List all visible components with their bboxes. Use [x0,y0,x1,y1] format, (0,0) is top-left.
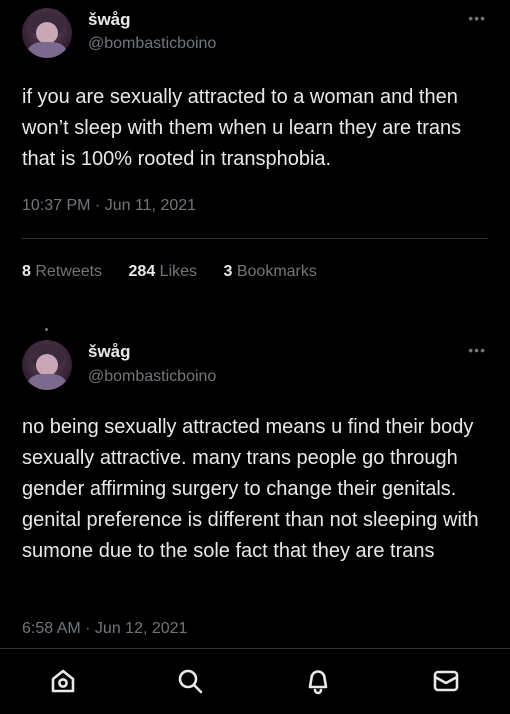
retweets-stat[interactable]: 8 Retweets [22,263,102,280]
avatar[interactable] [22,8,72,58]
bottom-nav-bar [0,648,510,714]
thread-connector [45,328,48,331]
likes-stat[interactable]: 284 Likes [129,263,198,280]
display-name[interactable]: šwåg [88,342,131,362]
user-handle[interactable]: @bombasticboino [88,35,216,53]
search-icon[interactable] [176,667,204,695]
tweet-text: if you are sexually attracted to a woman… [22,86,462,170]
tweet-stats: 8 Retweets 284 Likes 3 Bookmarks [22,263,339,281]
display-name[interactable]: šwåg [88,10,131,30]
tweet-text: no being sexually attracted means u find… [22,416,479,562]
tweet-timestamp[interactable]: 6:58 AM · Jun 12, 2021 [22,620,187,638]
more-options-icon[interactable]: ••• [468,342,486,358]
more-options-icon[interactable]: ••• [468,10,486,26]
avatar[interactable] [22,340,72,390]
divider [22,238,488,239]
user-handle[interactable]: @bombasticboino [88,368,216,386]
messages-icon[interactable] [432,667,460,695]
bookmarks-stat[interactable]: 3 Bookmarks [223,263,316,280]
notifications-icon[interactable] [304,667,332,695]
home-icon[interactable] [49,667,77,695]
tweet-timestamp[interactable]: 10:37 PM · Jun 11, 2021 [22,197,196,215]
